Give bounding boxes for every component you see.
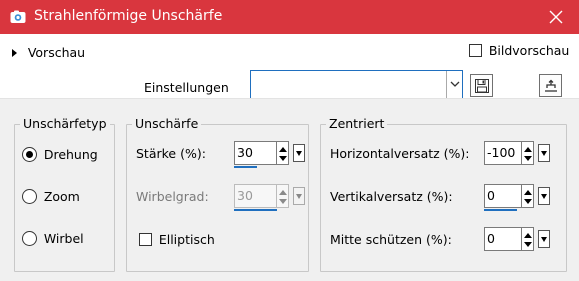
reset-icon — [545, 79, 557, 92]
reset-settings-button[interactable] — [539, 74, 562, 97]
radio-drehung[interactable]: Drehung — [22, 147, 98, 162]
radio-wirbel[interactable]: Wirbel — [22, 231, 84, 246]
elliptical-checkbox[interactable]: Elliptisch — [139, 232, 215, 247]
options-panel: Unschärfetyp Drehung Zoom Wirbel Unschär… — [0, 98, 579, 281]
stepper-down-icon[interactable] — [524, 242, 532, 247]
stepper-up-icon[interactable] — [524, 190, 532, 195]
protect-center-stepper[interactable] — [522, 227, 534, 251]
horizontal-offset-popout-arrow[interactable] — [538, 144, 550, 162]
horizontal-offset-spinner[interactable]: -100 — [484, 141, 550, 165]
twist-slider-bar — [234, 209, 277, 211]
stepper-up-icon[interactable] — [279, 147, 287, 152]
elliptical-label: Elliptisch — [158, 232, 215, 247]
stepper-down-icon[interactable] — [279, 156, 287, 161]
vertical-offset-spinner[interactable]: 0 — [484, 184, 550, 211]
stepper-up-icon — [279, 190, 287, 195]
stepper-down-icon — [279, 199, 287, 204]
centered-group: Zentriert Horizontalversatz (%): -100 Ve… — [320, 116, 567, 272]
vertical-offset-label: Vertikalversatz (%): — [330, 189, 453, 204]
settings-dropdown[interactable] — [250, 70, 463, 99]
stepper-down-icon[interactable] — [524, 199, 532, 204]
protect-center-label: Mitte schützen (%): — [330, 232, 452, 247]
blur-type-group: Unschärfetyp Drehung Zoom Wirbel — [14, 116, 115, 272]
blur-type-title: Unschärfetyp — [20, 116, 110, 131]
radio-dot[interactable] — [22, 231, 37, 246]
preview-label: Vorschau — [27, 45, 86, 60]
radio-label: Zoom — [43, 189, 80, 204]
radio-label: Wirbel — [43, 231, 84, 246]
centered-title: Zentriert — [326, 116, 388, 131]
checkbox-box[interactable] — [139, 233, 152, 246]
checkbox-box[interactable] — [469, 44, 482, 57]
strength-popout-arrow[interactable] — [293, 144, 305, 162]
window-title: Strahlenförmige Unschärfe — [34, 8, 223, 24]
stepper-up-icon[interactable] — [524, 147, 532, 152]
stepper-down-icon[interactable] — [524, 156, 532, 161]
radio-dot[interactable] — [22, 189, 37, 204]
preview-toggle[interactable]: Vorschau — [12, 45, 85, 61]
strength-spinner[interactable]: 30 — [234, 141, 305, 168]
dropdown-arrow[interactable] — [446, 71, 462, 98]
horizontal-offset-label: Horizontalversatz (%): — [330, 146, 470, 161]
strength-slider-bar[interactable] — [234, 166, 257, 168]
protect-center-spinner[interactable]: 0 — [484, 227, 550, 251]
twist-popout-arrow — [293, 187, 305, 205]
settings-label: Einstellungen — [144, 80, 229, 95]
twist-input: 30 — [234, 184, 277, 208]
vertical-offset-stepper[interactable] — [522, 184, 534, 208]
vertical-offset-popout-arrow[interactable] — [538, 187, 550, 205]
camera-icon — [10, 9, 26, 25]
twist-spinner: 30 — [234, 184, 305, 211]
close-button[interactable] — [533, 0, 579, 34]
blur-title: Unschärfe — [132, 116, 202, 131]
radio-dot[interactable] — [22, 147, 37, 162]
chevron-down-icon — [450, 81, 460, 87]
title-bar: Strahlenförmige Unschärfe — [0, 0, 579, 34]
twist-stepper — [277, 184, 289, 208]
image-preview-checkbox[interactable]: Bildvorschau — [469, 43, 569, 58]
image-preview-label: Bildvorschau — [488, 43, 570, 58]
strength-stepper[interactable] — [277, 141, 289, 165]
strength-input[interactable]: 30 — [234, 141, 277, 165]
save-icon — [475, 79, 489, 93]
protect-center-popout-arrow[interactable] — [538, 230, 550, 248]
header-panel: Vorschau Bildvorschau Einstellungen — [0, 34, 579, 99]
radio-zoom[interactable]: Zoom — [22, 189, 80, 204]
vertical-offset-slider-bar[interactable] — [484, 209, 517, 211]
expand-triangle-icon — [12, 48, 17, 57]
strength-label: Stärke (%): — [136, 146, 206, 161]
save-settings-button[interactable] — [470, 74, 493, 97]
blur-group: Unschärfe Stärke (%): 30 Wirbelgrad: 30 — [126, 116, 309, 272]
vertical-offset-input[interactable]: 0 — [484, 184, 522, 208]
horizontal-offset-input[interactable]: -100 — [484, 141, 522, 165]
twist-label: Wirbelgrad: — [136, 189, 209, 204]
stepper-up-icon[interactable] — [524, 233, 532, 238]
protect-center-input[interactable]: 0 — [484, 227, 522, 251]
radio-label: Drehung — [43, 147, 98, 162]
close-icon — [549, 10, 563, 24]
horizontal-offset-stepper[interactable] — [522, 141, 534, 165]
